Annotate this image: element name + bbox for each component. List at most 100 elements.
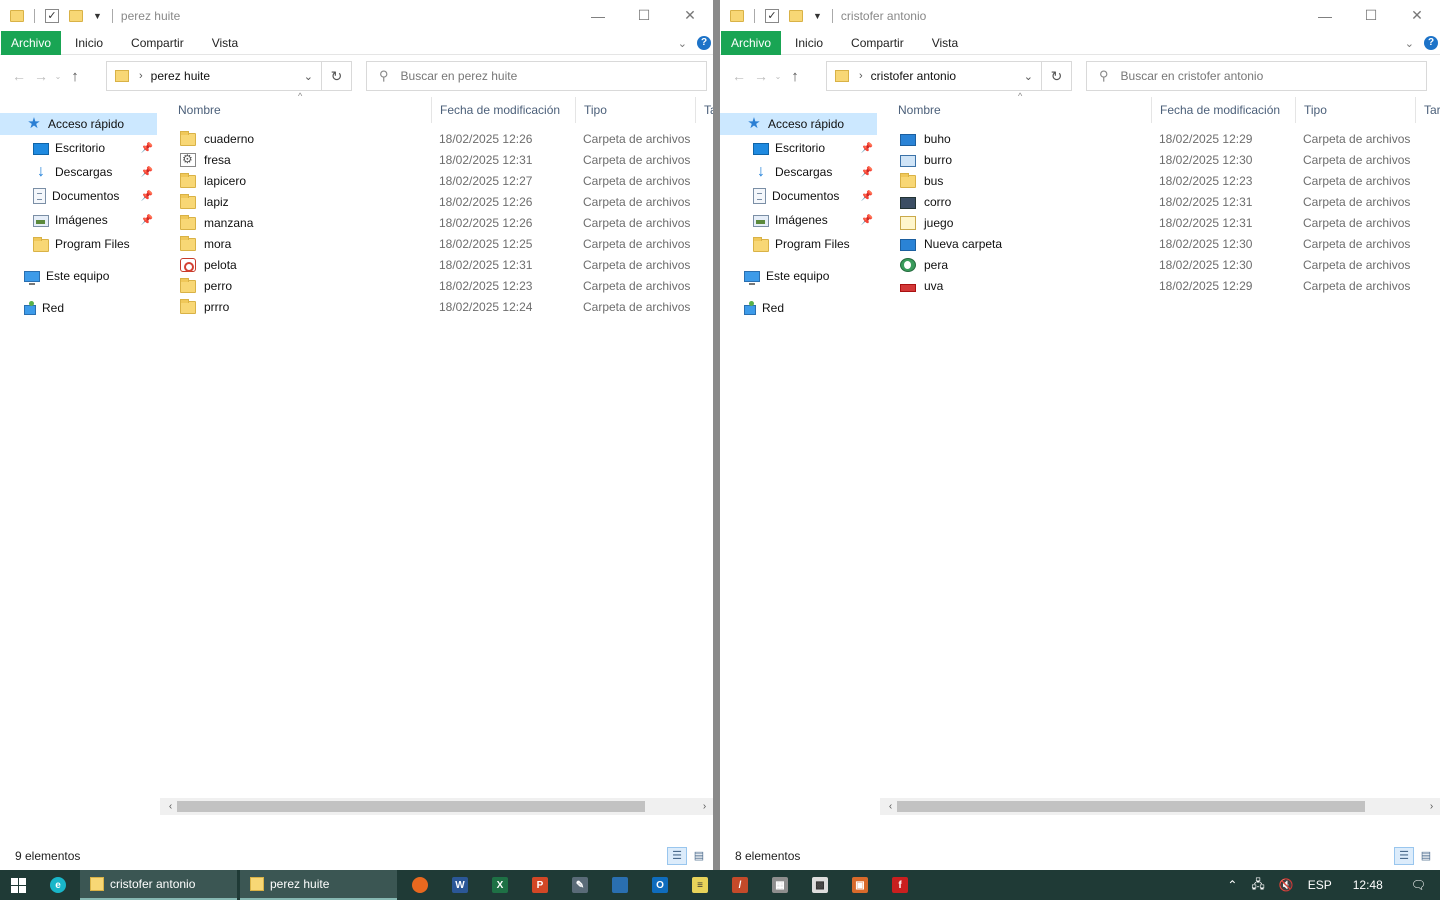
folder-icon[interactable]	[10, 9, 24, 22]
forward-arrow-icon[interactable]: →	[750, 68, 772, 84]
scroll-right-icon[interactable]: ›	[1423, 798, 1440, 815]
address-dropdown-icon[interactable]: ⌄	[304, 70, 313, 83]
breadcrumb[interactable]: perez huite	[151, 69, 210, 83]
maximize-button[interactable]: ☐	[621, 0, 667, 31]
column-header-size[interactable]: Tar	[1416, 97, 1440, 123]
tab-vista[interactable]: Vista	[198, 31, 252, 55]
folder-icon[interactable]	[730, 9, 744, 22]
horizontal-scrollbar[interactable]: ‹ ›	[880, 798, 1440, 815]
expand-ribbon-icon[interactable]: ⌄	[1405, 37, 1414, 50]
table-row[interactable]: manzana 18/02/2025 12:26 Carpeta de archiv…	[170, 212, 713, 233]
archive-icon[interactable]: ▦	[760, 870, 800, 900]
nav-item-program-files[interactable]: Program Files	[0, 233, 157, 255]
nav-item-este-equipo[interactable]: Este equipo	[0, 265, 157, 287]
show-hidden-icons-icon[interactable]: ⌃	[1220, 878, 1244, 892]
pin-icon[interactable]: 📌	[141, 167, 153, 178]
pin-icon[interactable]: 📌	[861, 143, 873, 154]
expand-ribbon-icon[interactable]: ⌄	[678, 37, 687, 50]
pin-icon[interactable]: 📌	[861, 167, 873, 178]
table-row[interactable]: mora 18/02/2025 12:25 Carpeta de archivos	[170, 233, 713, 254]
language-indicator[interactable]: ESP	[1301, 878, 1339, 892]
help-icon[interactable]: ?	[1424, 36, 1438, 50]
properties-icon[interactable]: ✓	[45, 8, 59, 23]
pin-icon[interactable]: 📌	[141, 215, 153, 226]
nav-item-descargas[interactable]: ↓ Descargas 📌	[0, 161, 157, 183]
large-icons-view-icon[interactable]: ▤	[1416, 847, 1436, 865]
breadcrumb-separator-icon[interactable]: ›	[859, 70, 863, 82]
details-view-icon[interactable]: ☰	[667, 847, 687, 865]
word-icon[interactable]: W	[440, 870, 480, 900]
volume-muted-icon[interactable]: 🔇	[1272, 878, 1301, 892]
table-row[interactable]: lapicero 18/02/2025 12:27 Carpeta de archi…	[170, 170, 713, 191]
recent-locations-dropdown-icon[interactable]: ⌄	[772, 72, 784, 81]
large-icons-view-icon[interactable]: ▤	[689, 847, 709, 865]
nav-item-quick-access[interactable]: ★ Acceso rápido	[720, 113, 877, 135]
nav-item-red[interactable]: Red	[0, 297, 157, 319]
nav-item-documentos[interactable]: Documentos 📌	[720, 185, 877, 207]
minimize-button[interactable]: —	[1302, 0, 1348, 31]
table-row[interactable]: Nueva carpeta 18/02/2025 12:30 Carpeta de …	[890, 233, 1440, 254]
table-row[interactable]: uva 18/02/2025 12:29 Carpeta de archivos	[890, 275, 1440, 296]
column-header-name[interactable]: Nombre	[890, 97, 1152, 123]
refresh-button[interactable]: ↻	[322, 61, 352, 91]
nav-item-program-files[interactable]: Program Files	[720, 233, 877, 255]
refresh-button[interactable]: ↻	[1042, 61, 1072, 91]
recent-locations-dropdown-icon[interactable]: ⌄	[52, 72, 64, 81]
search-box[interactable]: ⚲	[366, 61, 707, 91]
table-row[interactable]: corro 18/02/2025 12:31 Carpeta de archivos	[890, 191, 1440, 212]
powerpoint-icon[interactable]: P	[520, 870, 560, 900]
column-header-date[interactable]: Fecha de modificación	[1152, 97, 1296, 123]
address-dropdown-icon[interactable]: ⌄	[1024, 70, 1033, 83]
nav-item-escritorio[interactable]: Escritorio 📌	[0, 137, 157, 159]
monitor-icon[interactable]	[600, 870, 640, 900]
firefox-icon[interactable]	[400, 870, 440, 900]
properties-icon[interactable]: ✓	[765, 8, 779, 23]
search-input[interactable]	[400, 69, 661, 83]
new-folder-icon[interactable]	[69, 9, 83, 22]
tool-icon[interactable]: ✎	[560, 870, 600, 900]
details-view-icon[interactable]: ☰	[1394, 847, 1414, 865]
customize-dropdown-icon[interactable]: ▼	[93, 11, 102, 21]
table-row[interactable]: prrro 18/02/2025 12:24 Carpeta de archivos	[170, 296, 713, 317]
search-input[interactable]	[1120, 69, 1381, 83]
up-arrow-icon[interactable]: ↑	[784, 68, 806, 85]
nav-item-imagenes[interactable]: Imágenes 📌	[0, 209, 157, 231]
tab-inicio[interactable]: Inicio	[781, 31, 837, 55]
column-header-type[interactable]: Tipo	[1296, 97, 1416, 123]
table-row[interactable]: burro 18/02/2025 12:30 Carpeta de archivos	[890, 149, 1440, 170]
nav-item-red[interactable]: Red	[720, 297, 877, 319]
nav-item-descargas[interactable]: ↓ Descargas 📌	[720, 161, 877, 183]
table-row[interactable]: perro 18/02/2025 12:23 Carpeta de archivos	[170, 275, 713, 296]
nav-item-escritorio[interactable]: Escritorio 📌	[720, 137, 877, 159]
pin-icon[interactable]: 📌	[861, 215, 873, 226]
nav-item-quick-access[interactable]: ★ Acceso rápido	[0, 113, 157, 135]
help-icon[interactable]: ?	[697, 36, 711, 50]
clock[interactable]: 12:48	[1339, 878, 1397, 892]
scroll-thumb[interactable]	[897, 801, 1365, 812]
table-row[interactable]: juego 18/02/2025 12:31 Carpeta de archivos	[890, 212, 1440, 233]
tab-compartir[interactable]: Compartir	[117, 31, 198, 55]
new-folder-icon[interactable]	[789, 9, 803, 22]
table-row[interactable]: bus 18/02/2025 12:23 Carpeta de archivos	[890, 170, 1440, 191]
tab-inicio[interactable]: Inicio	[61, 31, 117, 55]
taskbar-window-perez-huite[interactable]: perez huite	[240, 870, 397, 900]
forward-arrow-icon[interactable]: →	[30, 68, 52, 84]
network-status-icon[interactable]: 🖧	[1244, 875, 1271, 896]
edge-browser-icon[interactable]: e	[36, 870, 80, 900]
tab-archivo[interactable]: Archivo	[721, 30, 782, 55]
minimize-button[interactable]: —	[575, 0, 621, 31]
scroll-thumb[interactable]	[177, 801, 645, 812]
box-icon[interactable]: ▣	[840, 870, 880, 900]
address-bar[interactable]: › perez huite ⌄	[106, 61, 322, 91]
pen-icon[interactable]: /	[720, 870, 760, 900]
table-row[interactable]: buho 18/02/2025 12:29 Carpeta de archivos	[890, 128, 1440, 149]
table-row[interactable]: cuaderno 18/02/2025 12:26 Carpeta de archi…	[170, 128, 713, 149]
pin-icon[interactable]: 📌	[141, 191, 153, 202]
address-bar[interactable]: › cristofer antonio ⌄	[826, 61, 1042, 91]
close-button[interactable]: ✕	[667, 0, 713, 31]
table-row[interactable]: lapiz 18/02/2025 12:26 Carpeta de archivos	[170, 191, 713, 212]
column-header-date[interactable]: Fecha de modificación	[432, 97, 576, 123]
nav-item-este-equipo[interactable]: Este equipo	[720, 265, 877, 287]
notes-icon[interactable]: ≡	[680, 870, 720, 900]
nav-item-imagenes[interactable]: Imágenes 📌	[720, 209, 877, 231]
